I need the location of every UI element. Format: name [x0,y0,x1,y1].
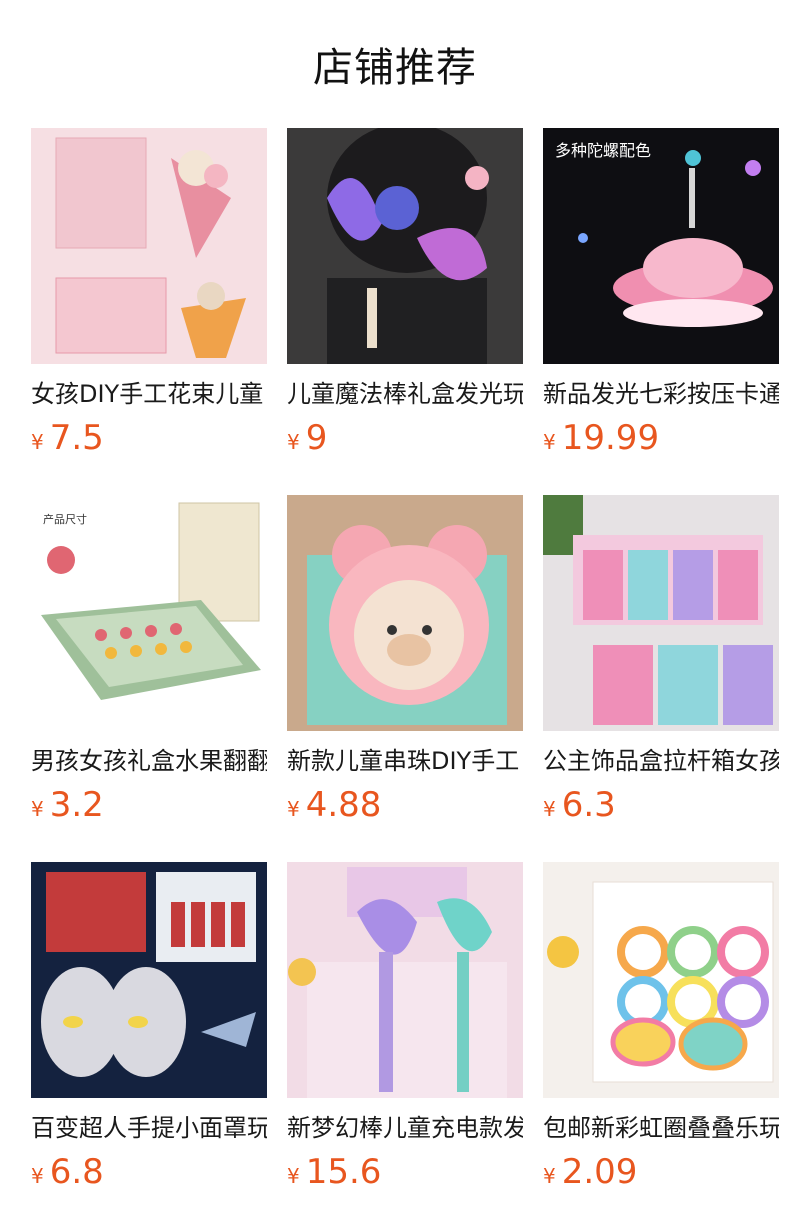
currency-symbol: ¥ [287,1164,300,1188]
price-value: 6.3 [561,785,616,825]
currency-symbol: ¥ [543,797,556,821]
section-header: 店铺推荐 [0,0,790,128]
product-price: ¥7.5 [31,418,267,458]
product-price: ¥6.8 [31,1152,267,1192]
dream-wand-charging-image[interactable] [287,862,523,1098]
price-value: 3.2 [49,785,104,825]
price-value: 4.88 [305,785,382,825]
rainbow-spring-image[interactable] [543,862,779,1098]
product-price: ¥15.6 [287,1152,523,1192]
product-title[interactable]: 女孩DIY手工花束儿童 [31,378,267,410]
product-price: ¥4.88 [287,785,523,825]
product-card[interactable]: 百变超人手提小面罩玩 ¥6.8 [31,862,267,1192]
price-value: 15.6 [305,1152,382,1192]
currency-symbol: ¥ [31,1164,44,1188]
image-overlay-text: 产品尺寸 [43,512,87,526]
product-price: ¥9 [287,418,523,458]
product-price: ¥2.09 [543,1152,779,1192]
price-value: 6.8 [49,1152,104,1192]
currency-symbol: ¥ [543,430,556,454]
price-value: 2.09 [561,1152,638,1192]
currency-symbol: ¥ [543,1164,556,1188]
product-title[interactable]: 百变超人手提小面罩玩 [31,1112,267,1144]
image-overlay-text: 多种陀螺配色 [555,141,651,160]
product-title[interactable]: 新梦幻棒儿童充电款发 [287,1112,523,1144]
product-card[interactable]: 多种陀螺配色新品发光七彩按压卡通 ¥19.99 [543,128,779,458]
currency-symbol: ¥ [287,797,300,821]
princess-jewelry-box-image[interactable] [543,495,779,731]
product-card[interactable]: 女孩DIY手工花束儿童 ¥7.5 [31,128,267,458]
section-title: 店铺推荐 [313,45,477,91]
currency-symbol: ¥ [31,430,44,454]
product-title[interactable]: 公主饰品盒拉杆箱女孩 [543,745,779,777]
product-price: ¥6.3 [543,785,779,825]
product-title[interactable]: 包邮新彩虹圈叠叠乐玩 [543,1112,779,1144]
superhero-mask-image[interactable] [31,862,267,1098]
currency-symbol: ¥ [31,797,44,821]
product-title[interactable]: 新品发光七彩按压卡通 [543,378,779,410]
product-card[interactable]: 包邮新彩虹圈叠叠乐玩 ¥2.09 [543,862,779,1192]
product-card[interactable]: 产品尺寸男孩女孩礼盒水果翻翻 ¥3.2 [31,495,267,825]
ufo-spinner-toy-image[interactable]: 多种陀螺配色 [543,128,779,364]
product-card[interactable]: 新款儿童串珠DIY手工 ¥4.88 [287,495,523,825]
product-title[interactable]: 儿童魔法棒礼盒发光玩 [287,378,523,410]
magic-wand-photo[interactable] [287,128,523,364]
fruit-flip-board-game-image[interactable]: 产品尺寸 [31,495,267,731]
bear-bead-kit-image[interactable] [287,495,523,731]
product-price: ¥3.2 [31,785,267,825]
product-title[interactable]: 男孩女孩礼盒水果翻翻 [31,745,267,777]
price-value: 9 [305,418,328,458]
flower-bouquet-kit-image[interactable] [31,128,267,364]
price-value: 7.5 [49,418,104,458]
currency-symbol: ¥ [287,430,300,454]
product-card[interactable]: 新梦幻棒儿童充电款发 ¥15.6 [287,862,523,1192]
price-value: 19.99 [561,418,660,458]
product-price: ¥19.99 [543,418,779,458]
product-card[interactable]: 公主饰品盒拉杆箱女孩 ¥6.3 [543,495,779,825]
product-title[interactable]: 新款儿童串珠DIY手工 [287,745,523,777]
product-card[interactable]: 儿童魔法棒礼盒发光玩 ¥9 [287,128,523,458]
